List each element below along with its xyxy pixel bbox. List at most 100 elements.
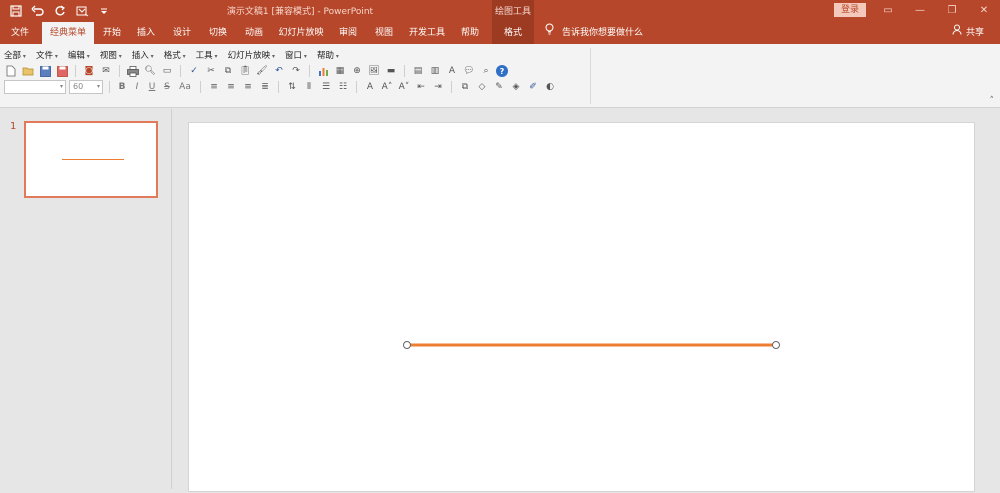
slide-drawing [403, 341, 780, 349]
justify-icon[interactable]: ≣ [258, 80, 272, 94]
tab-home[interactable]: 开始 [98, 22, 126, 44]
thumbnail-line [62, 159, 124, 160]
text-box-icon[interactable]: A [445, 64, 459, 78]
page-setup-icon[interactable]: ▭ [160, 64, 174, 78]
insert-hyperlink-icon[interactable]: ⊕ [350, 64, 364, 78]
pen-color-icon[interactable]: ✐ [526, 80, 540, 94]
print-preview-icon[interactable]: 🔍︎ [143, 64, 157, 78]
ribbon-tabs: 文件 经典菜单 开始 插入 设计 切换 动画 幻灯片放映 审阅 视图 开发工具 … [0, 22, 1000, 44]
share-label: 共享 [965, 28, 984, 38]
align-right-icon[interactable]: ≡ [241, 80, 255, 94]
paste-icon[interactable]: 📋︎ [238, 64, 252, 78]
slide-thumbnail-pane: 1 [0, 109, 172, 489]
redo-icon[interactable]: ↷ [289, 64, 303, 78]
menu-file[interactable]: 文件 [36, 49, 58, 61]
font-color-icon[interactable]: A [363, 80, 377, 94]
shape-fill-icon[interactable]: ◈ [509, 80, 523, 94]
underline-button[interactable]: U [146, 82, 158, 92]
font-name-combo[interactable] [4, 80, 66, 94]
tab-design[interactable]: 设计 [168, 22, 196, 44]
login-button[interactable]: 登录 [834, 3, 866, 17]
menu-slideshow[interactable]: 幻灯片放映 [228, 49, 275, 61]
increase-indent-icon[interactable]: ⇥ [431, 80, 445, 94]
ribbon-display-options-icon[interactable]: ▭ [880, 3, 896, 19]
tab-classic-menu[interactable]: 经典菜单 [42, 22, 94, 44]
restore-icon[interactable]: ❐ [944, 3, 960, 19]
insert-chart-icon[interactable] [316, 64, 330, 78]
menu-help[interactable]: 帮助 [317, 49, 339, 61]
increase-font-icon[interactable]: A˄ [380, 80, 394, 94]
tab-slideshow[interactable]: 幻灯片放映 [276, 22, 326, 44]
help-icon[interactable]: ? [496, 65, 508, 77]
slide-number: 1 [10, 121, 17, 132]
tell-me-text: 告诉我你想要做什么 [562, 28, 644, 38]
collapse-ribbon-icon[interactable]: ˄ [990, 96, 995, 106]
drawing-tools-label: 绘图工具 [492, 0, 534, 22]
menu-format[interactable]: 格式 [164, 49, 186, 61]
new-slide-icon[interactable]: ▤ [411, 64, 425, 78]
align-left-icon[interactable]: ≡ [207, 80, 221, 94]
insert-picture-icon[interactable]: 🖼︎ [367, 64, 381, 78]
arrange-icon[interactable]: ⧉ [458, 80, 472, 94]
insert-table-icon[interactable]: ▦ [333, 64, 347, 78]
print-icon[interactable] [126, 64, 140, 78]
font-size-combo[interactable]: 60 [69, 80, 103, 94]
menu-insert[interactable]: 插入 [132, 49, 154, 61]
columns-icon[interactable]: ⫴ [302, 80, 316, 94]
save-as-icon[interactable] [55, 64, 69, 78]
email-icon[interactable]: ✉ [99, 64, 113, 78]
spelling-icon[interactable]: ✓ [187, 64, 201, 78]
tab-review[interactable]: 审阅 [334, 22, 362, 44]
close-icon[interactable]: ✕ [976, 3, 992, 19]
formatting-toolbar: 60 B I U S Aa ≡ ≡ ≡ ≣ ⇅ ⫴ ☰ ☷ A A˄ A˅ ⇤ … [4, 79, 557, 95]
tab-help[interactable]: 帮助 [456, 22, 484, 44]
tell-me-box[interactable]: 告诉我你想要做什么 [545, 22, 643, 44]
menu-tools[interactable]: 工具 [196, 49, 218, 61]
layout-icon[interactable]: ▥ [428, 64, 442, 78]
open-folder-icon[interactable] [21, 64, 35, 78]
line-style-icon[interactable]: ▬ [384, 64, 398, 78]
menu-all[interactable]: 全部 [4, 49, 26, 61]
text-direction-icon[interactable]: ⇅ [285, 80, 299, 94]
tab-insert[interactable]: 插入 [132, 22, 160, 44]
bullets-icon[interactable]: ☰ [319, 80, 333, 94]
italic-button[interactable]: I [131, 82, 143, 92]
tab-file[interactable]: 文件 [4, 22, 36, 44]
undo-icon[interactable]: ↶ [272, 64, 286, 78]
numbering-icon[interactable]: ☷ [336, 80, 350, 94]
decrease-indent-icon[interactable]: ⇤ [414, 80, 428, 94]
tab-format[interactable]: 格式 [492, 22, 534, 44]
shapes-icon[interactable]: ◇ [475, 80, 489, 94]
slide-thumbnail[interactable] [24, 121, 158, 198]
slide-canvas[interactable] [188, 122, 975, 492]
slide-editor [173, 109, 1000, 492]
save-icon[interactable] [38, 64, 52, 78]
strikethrough-button[interactable]: S [161, 82, 173, 92]
zoom-icon[interactable]: ⌕ [479, 64, 493, 78]
ribbon-panel: 全部 文件 编辑 视图 插入 格式 工具 幻灯片放映 窗口 帮助 ◙ ✉ 🔍︎ … [0, 44, 1000, 108]
copy-icon[interactable]: ⧉ [221, 64, 235, 78]
cut-icon[interactable]: ✂ [204, 64, 218, 78]
tab-animations[interactable]: 动画 [240, 22, 268, 44]
decrease-font-icon[interactable]: A˅ [397, 80, 411, 94]
tab-developer[interactable]: 开发工具 [406, 22, 448, 44]
shape-effects-icon[interactable]: ◐ [543, 80, 557, 94]
change-case-button[interactable]: Aa [176, 82, 194, 92]
new-document-icon[interactable] [4, 64, 18, 78]
format-painter-icon[interactable]: 🖌︎ [255, 64, 269, 78]
tab-view[interactable]: 视图 [370, 22, 398, 44]
minimize-icon[interactable]: — [912, 3, 928, 19]
line-end-handle[interactable] [772, 341, 780, 349]
menu-edit[interactable]: 编辑 [68, 49, 90, 61]
line-start-handle[interactable] [403, 341, 411, 349]
menu-window[interactable]: 窗口 [285, 49, 307, 61]
bold-button[interactable]: B [116, 82, 128, 92]
share-button[interactable]: 共享 [952, 22, 984, 44]
tab-transitions[interactable]: 切换 [204, 22, 232, 44]
lightbulb-icon [545, 22, 554, 44]
menu-view[interactable]: 视图 [100, 49, 122, 61]
align-center-icon[interactable]: ≡ [224, 80, 238, 94]
shape-outline-icon[interactable]: ✎ [492, 80, 506, 94]
comment-icon[interactable]: 💬︎ [462, 64, 476, 78]
export-pdf-icon[interactable]: ◙ [82, 64, 96, 78]
